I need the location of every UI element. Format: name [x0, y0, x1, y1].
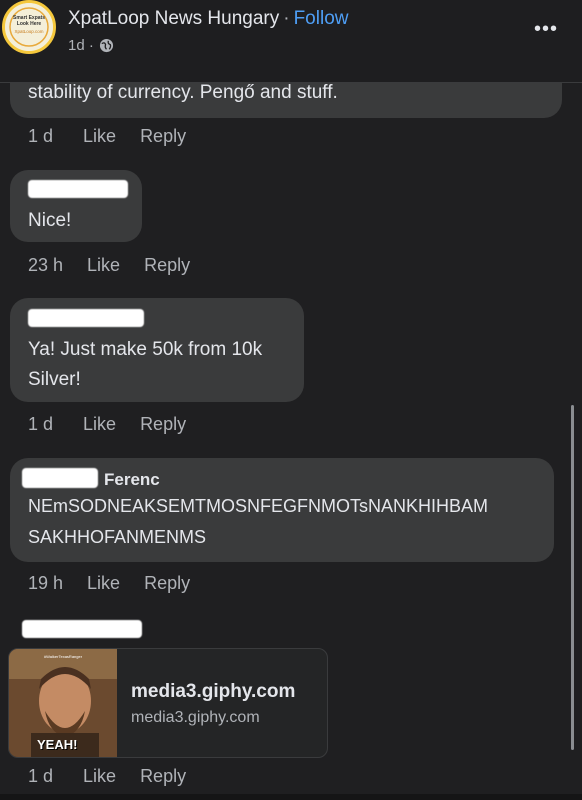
page-name[interactable]: XpatLoop News Hungary — [68, 8, 279, 29]
comment-text: Silver! — [28, 369, 81, 390]
redacted-author-name — [28, 309, 144, 327]
comment-time[interactable]: 1 d — [28, 126, 53, 147]
gif-caption: YEAH! — [37, 737, 78, 752]
comment-time[interactable]: 19 h — [28, 573, 63, 594]
comment-time[interactable]: 1 d — [28, 414, 53, 435]
reply-button[interactable]: Reply — [140, 766, 186, 787]
comment-actions: 1 d Like Reply — [28, 766, 186, 787]
comment-text: NEmSODNEAKSEMTMOSNFEGFNMOTsNANKHIHBAM — [28, 496, 489, 516]
gif-thumbnail[interactable]: #WalkerTexasRanger YEAH! — [9, 649, 117, 757]
like-button[interactable]: Like — [83, 766, 116, 787]
scrollbar[interactable] — [571, 405, 574, 750]
more-dots-icon: ••• — [533, 18, 558, 40]
comment-author[interactable]: Ferenc — [104, 470, 160, 490]
reply-button[interactable]: Reply — [140, 126, 186, 147]
like-button[interactable]: Like — [87, 573, 120, 594]
svg-text:Look Here: Look Here — [17, 21, 42, 27]
comment-actions: 19 h Like Reply — [28, 573, 190, 594]
bottom-divider — [0, 794, 582, 800]
like-button[interactable]: Like — [87, 255, 120, 276]
comment-time[interactable]: 1 d — [28, 766, 53, 787]
redacted-author-name — [22, 468, 98, 488]
comment-time[interactable]: 23 h — [28, 255, 63, 276]
separator-dot: · — [283, 8, 290, 29]
comment-actions: 1 d Like Reply — [28, 414, 186, 435]
page-avatar[interactable]: Smart Expats Look Here XpatLoop.com — [2, 0, 56, 54]
reply-button[interactable]: Reply — [140, 414, 186, 435]
reply-button[interactable]: Reply — [144, 573, 190, 594]
link-preview-card[interactable]: #WalkerTexasRanger YEAH! media3.giphy.co… — [8, 648, 328, 758]
svg-text:#WalkerTexasRanger: #WalkerTexasRanger — [44, 654, 83, 659]
globe-icon — [99, 38, 113, 53]
like-button[interactable]: Like — [83, 414, 116, 435]
link-card-title[interactable]: media3.giphy.com — [131, 681, 295, 703]
follow-button[interactable]: Follow — [294, 8, 349, 29]
comment-text: Ya! Just make 50k from 10k — [28, 339, 263, 360]
reply-button[interactable]: Reply — [144, 255, 190, 276]
comment-text: stability of currency. Pengő and stuff. — [28, 82, 338, 103]
page-logo-icon: Smart Expats Look Here XpatLoop.com — [5, 3, 53, 51]
comment-text: Nice! — [28, 210, 72, 231]
page-name-row: XpatLoop News Hungary · Follow — [68, 8, 348, 30]
post-meta: 1d · — [68, 37, 114, 54]
comment-actions: 23 h Like Reply — [28, 255, 190, 276]
redacted-author-name — [22, 620, 142, 638]
link-card-domain: media3.giphy.com — [131, 709, 260, 726]
more-options-button[interactable]: ••• — [534, 19, 558, 39]
comment-actions: 1 d Like Reply — [28, 126, 186, 147]
like-button[interactable]: Like — [83, 126, 116, 147]
post-time[interactable]: 1d · — [68, 37, 94, 54]
post-header: Smart Expats Look Here XpatLoop.com Xpat… — [0, 0, 582, 83]
redacted-author-name — [28, 180, 128, 198]
comment-text: SAKHHOFANMENMS — [28, 527, 207, 547]
svg-text:XpatLoop.com: XpatLoop.com — [14, 29, 43, 34]
